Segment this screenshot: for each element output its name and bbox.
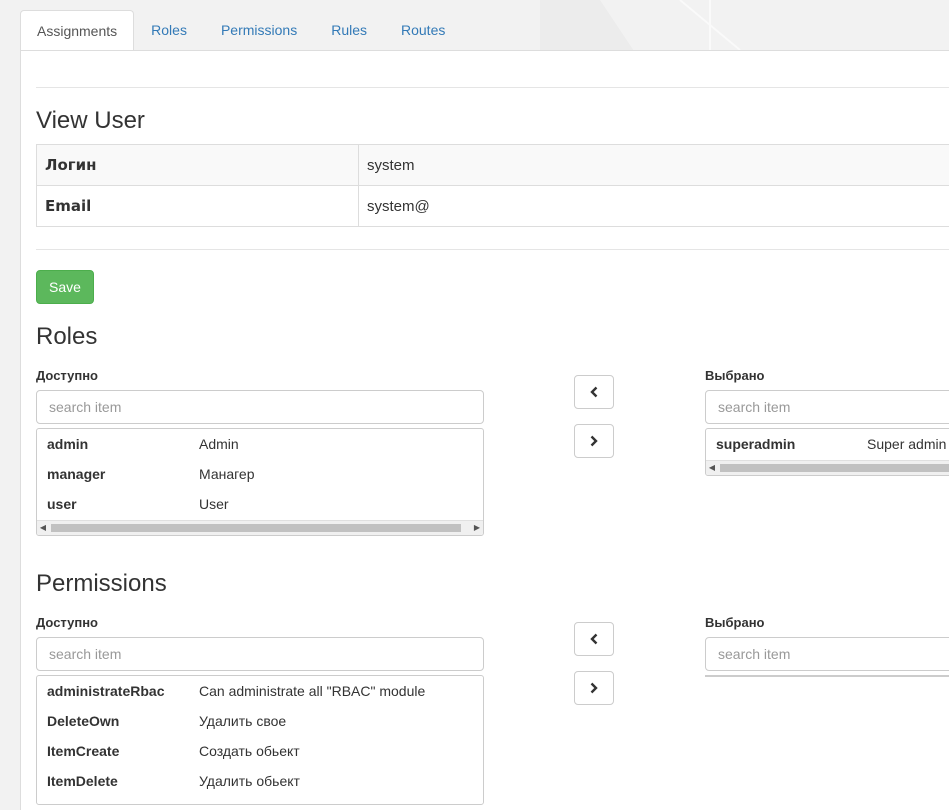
- item-description: Can administrate all "RBAC" module: [199, 676, 425, 706]
- permissions-available-label: Доступно: [36, 615, 98, 630]
- permissions-selected-list[interactable]: [705, 675, 949, 677]
- item-name: DeleteOwn: [47, 706, 119, 736]
- chevron-right-icon: [589, 435, 599, 447]
- scroll-thumb[interactable]: [720, 464, 949, 472]
- scroll-left-icon[interactable]: ◀: [706, 461, 718, 475]
- view-user-title: View User: [36, 107, 145, 135]
- item-name: ItemCreate: [47, 736, 119, 766]
- permissions-available-list[interactable]: administrateRbac Can administrate all "R…: [36, 675, 484, 805]
- item-name: admin: [47, 429, 88, 459]
- roles-available-list[interactable]: admin Admin manager Манагер user User ◀ …: [36, 428, 484, 536]
- scroll-thumb[interactable]: [51, 524, 461, 532]
- remove-permission-button[interactable]: [574, 622, 614, 656]
- item-description: User: [199, 489, 229, 519]
- save-button[interactable]: Save: [36, 270, 94, 304]
- permissions-selected-search-input[interactable]: [705, 637, 949, 671]
- divider: [36, 87, 949, 88]
- roles-title: Roles: [36, 323, 97, 351]
- tab-bar: Assignments Roles Permissions Rules Rout…: [20, 10, 462, 51]
- login-label: Логин: [37, 145, 359, 186]
- horizontal-scrollbar[interactable]: ◀ ▶: [37, 520, 483, 535]
- item-name: user: [47, 489, 77, 519]
- item-description: Удалить обьект: [199, 766, 300, 796]
- tab-routes[interactable]: Routes: [384, 10, 462, 50]
- item-description: Удалить свое: [199, 706, 286, 736]
- roles-selected-label: Выбрано: [705, 368, 764, 383]
- assign-role-button[interactable]: [574, 424, 614, 458]
- chevron-left-icon: [589, 633, 599, 645]
- roles-available-label: Доступно: [36, 368, 98, 383]
- assign-permission-button[interactable]: [574, 671, 614, 705]
- user-detail-table: Логин system Email system@: [36, 144, 949, 227]
- item-name: manager: [47, 459, 105, 489]
- horizontal-scrollbar[interactable]: ◀: [706, 460, 949, 475]
- roles-selected-search-input[interactable]: [705, 390, 949, 424]
- scroll-left-icon[interactable]: ◀: [37, 521, 49, 535]
- roles-selected-list[interactable]: superadmin Super admin ◀: [705, 428, 949, 476]
- item-description: Super admin: [867, 429, 946, 459]
- permissions-available-search-input[interactable]: [36, 637, 484, 671]
- item-description: Создать обьект: [199, 736, 300, 766]
- detail-row-login: Логин system: [37, 145, 949, 186]
- tab-roles[interactable]: Roles: [134, 10, 204, 50]
- chevron-left-icon: [589, 386, 599, 398]
- permissions-selected-label: Выбрано: [705, 615, 764, 630]
- scroll-right-icon[interactable]: ▶: [471, 521, 483, 535]
- permissions-title: Permissions: [36, 570, 167, 598]
- chevron-right-icon: [589, 682, 599, 694]
- item-name: administrateRbac: [47, 676, 164, 706]
- roles-available-search-input[interactable]: [36, 390, 484, 424]
- item-description: Admin: [199, 429, 239, 459]
- email-value: system@: [359, 186, 949, 227]
- detail-row-email: Email system@: [37, 186, 949, 227]
- tab-assignments[interactable]: Assignments: [20, 10, 134, 51]
- remove-role-button[interactable]: [574, 375, 614, 409]
- tab-rules[interactable]: Rules: [314, 10, 384, 50]
- item-description: Манагер: [199, 459, 255, 489]
- login-value: system: [359, 145, 949, 186]
- item-name: superadmin: [716, 429, 795, 459]
- item-name: ItemDelete: [47, 766, 118, 796]
- divider: [36, 249, 949, 250]
- email-label: Email: [37, 186, 359, 227]
- tab-permissions[interactable]: Permissions: [204, 10, 314, 50]
